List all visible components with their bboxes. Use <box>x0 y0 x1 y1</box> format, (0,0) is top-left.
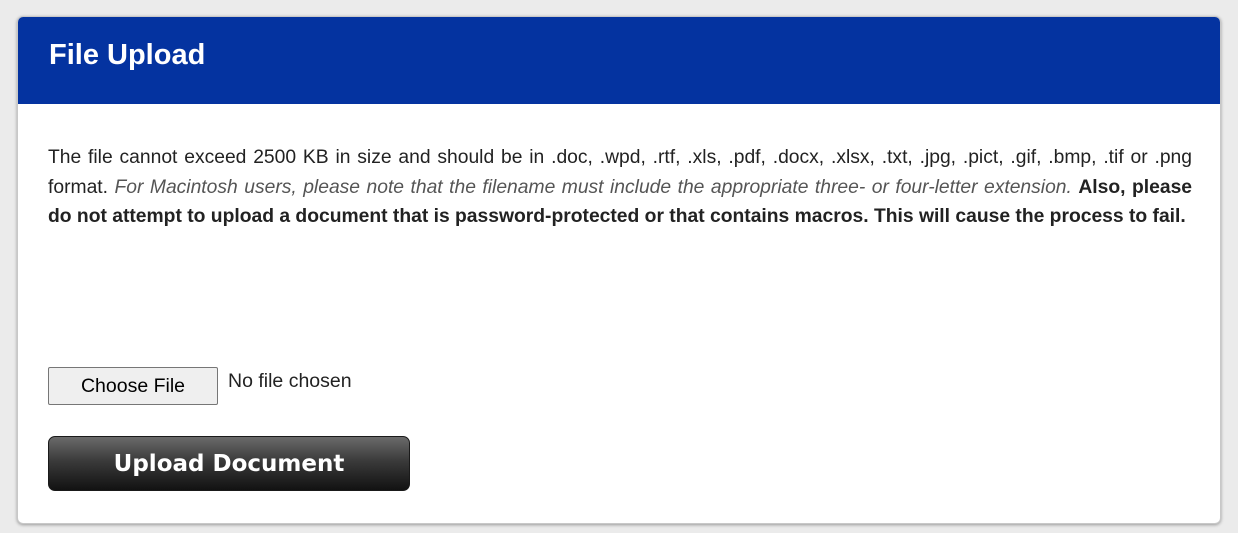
upload-instructions: The file cannot exceed 2500 KB in size a… <box>48 143 1192 232</box>
choose-file-button[interactable]: Choose File <box>48 367 218 405</box>
file-upload-panel: File Upload The file cannot exceed 2500 … <box>17 16 1221 524</box>
panel-body: The file cannot exceed 2500 KB in size a… <box>48 143 1192 232</box>
upload-document-button[interactable]: Upload Document <box>48 436 410 491</box>
instructions-macintosh-note: For Macintosh users, please note that th… <box>114 176 1072 198</box>
panel-header: File Upload <box>18 17 1220 104</box>
file-status-text: No file chosen <box>228 370 352 392</box>
panel-title: File Upload <box>49 39 206 71</box>
